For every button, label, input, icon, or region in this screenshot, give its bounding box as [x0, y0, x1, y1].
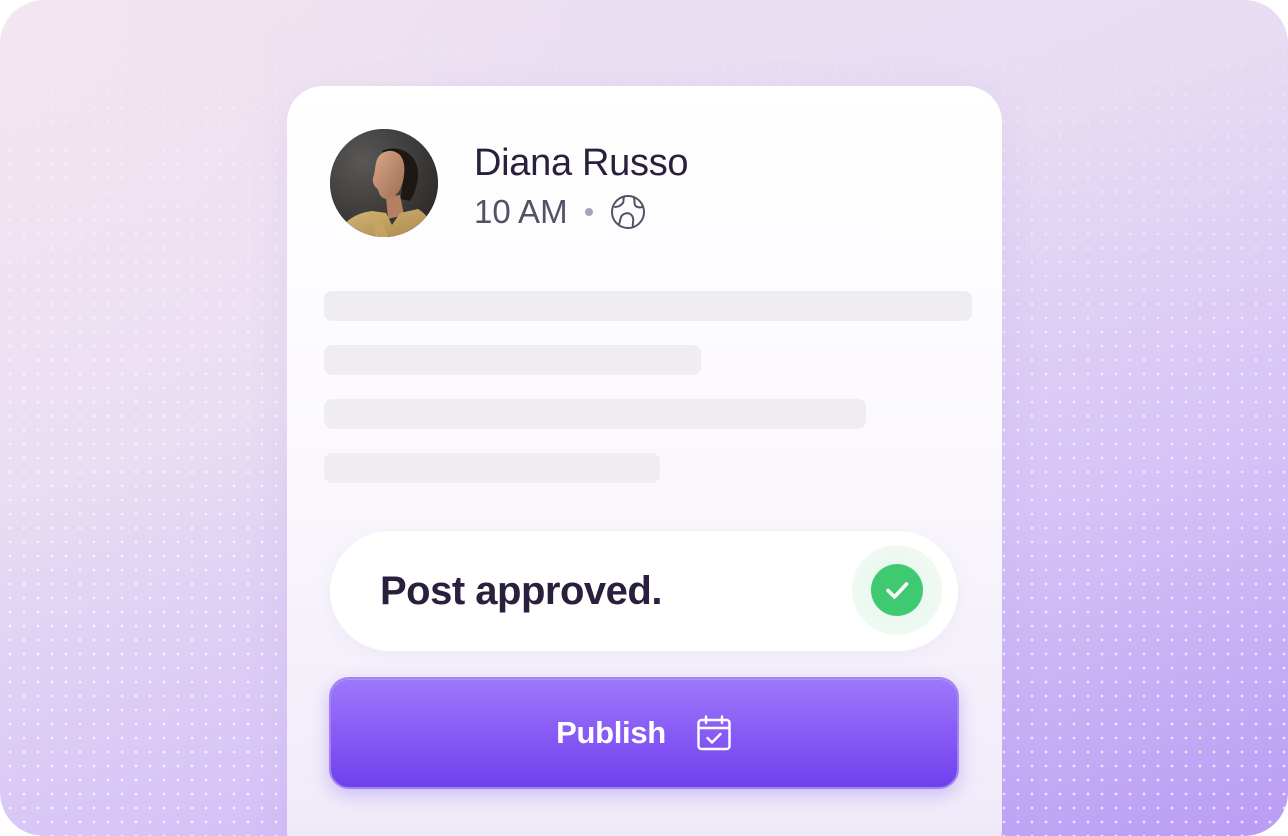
post-card: Diana Russo 10 AM Post approved. Publish [287, 86, 1002, 836]
post-time: 10 AM [474, 193, 568, 230]
calendar-check-icon [696, 714, 732, 752]
avatar-photo [330, 129, 438, 237]
content-placeholder-line [324, 453, 660, 483]
approval-status-banner: Post approved. [330, 531, 958, 651]
content-placeholder-line [324, 345, 701, 375]
approval-status-text: Post approved. [380, 569, 662, 613]
content-placeholder-line [324, 399, 866, 429]
author-name[interactable]: Diana Russo [474, 140, 689, 186]
post-meta: 10 AM [474, 190, 647, 234]
globe-icon[interactable] [609, 193, 647, 231]
background-frame: Diana Russo 10 AM Post approved. Publish [0, 0, 1288, 836]
author-avatar[interactable] [330, 129, 438, 237]
check-circle-icon [871, 564, 923, 616]
content-placeholder-line [324, 291, 972, 321]
separator-dot [584, 208, 593, 216]
check-halo [853, 546, 941, 634]
publish-button-label: Publish [556, 715, 666, 750]
publish-button[interactable]: Publish [329, 677, 959, 789]
